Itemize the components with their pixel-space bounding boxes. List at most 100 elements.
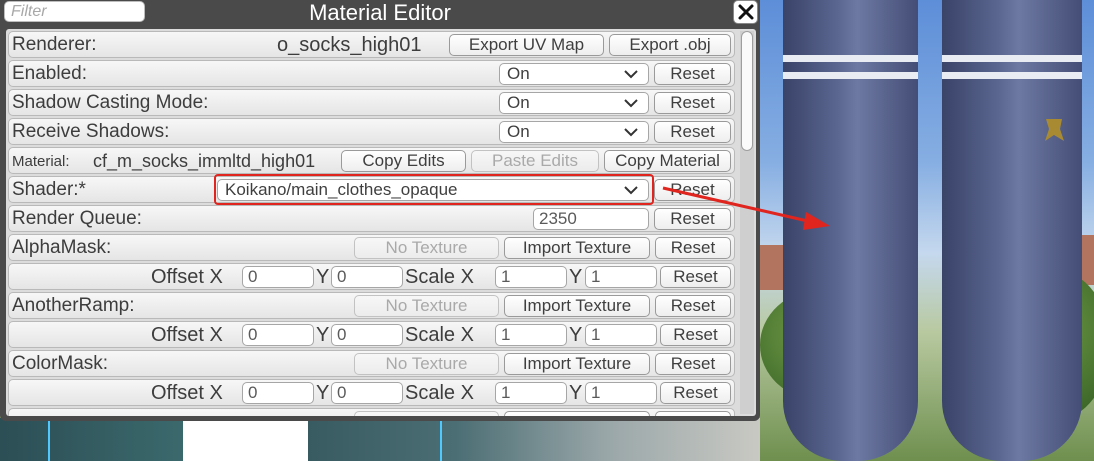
- texture-reset-button[interactable]: Reset: [655, 295, 731, 317]
- scale-y-label: Y: [569, 266, 583, 288]
- paste-edits-button[interactable]: Paste Edits: [471, 150, 599, 172]
- offset-y-input[interactable]: 0: [331, 324, 403, 346]
- enabled-value: On: [507, 64, 530, 83]
- ground-white-panel: [183, 418, 308, 461]
- offset-x-input[interactable]: 0: [242, 324, 314, 346]
- offset-x-label: Offset X: [151, 382, 223, 404]
- scrollbar[interactable]: [740, 31, 754, 414]
- material-value: cf_m_socks_immltd_high01: [93, 151, 316, 171]
- sock-stripe: [942, 55, 1082, 62]
- offset-x-label: Offset X: [151, 324, 223, 346]
- no-texture-button[interactable]: No Texture: [354, 353, 499, 375]
- texture-label: AlphaMask:: [12, 237, 112, 258]
- scale-x-input[interactable]: 1: [495, 324, 567, 346]
- scale-y-label: Y: [569, 324, 583, 346]
- shader-row: Shader:* Koikano/main_clothes_opaque Res…: [8, 176, 735, 203]
- copy-material-button[interactable]: Copy Material: [604, 150, 731, 172]
- shadow-casting-reset-button[interactable]: Reset: [654, 92, 731, 114]
- export-uv-map-button[interactable]: Export UV Map: [449, 34, 604, 56]
- sock-right: [942, 0, 1082, 461]
- offset-scale-reset-button[interactable]: Reset: [660, 266, 731, 288]
- texture-label: AnotherRamp:: [12, 295, 135, 316]
- export-obj-button[interactable]: Export .obj: [609, 34, 731, 56]
- enabled-row: Enabled: On Reset: [8, 60, 735, 87]
- material-row: Material: cf_m_socks_immltd_high01 Copy …: [8, 147, 735, 174]
- chevron-down-icon: [624, 99, 638, 108]
- scale-x-label: Scale X: [405, 382, 474, 404]
- texture-reset-button[interactable]: [655, 411, 731, 416]
- receive-shadows-row: Receive Shadows: On Reset: [8, 118, 735, 145]
- offset-y-input[interactable]: 0: [331, 266, 403, 288]
- scale-y-input[interactable]: 1: [585, 266, 657, 288]
- shadow-casting-row: Shadow Casting Mode: On Reset: [8, 89, 735, 116]
- sock-stripe: [783, 55, 918, 62]
- render-queue-label: Render Queue:: [12, 208, 142, 229]
- ground-line: [48, 418, 50, 461]
- sock-stripe: [783, 72, 918, 79]
- offset-x-input[interactable]: 0: [242, 266, 314, 288]
- shadow-casting-dropdown[interactable]: On: [499, 92, 649, 114]
- receive-shadows-dropdown[interactable]: On: [499, 121, 649, 143]
- renderer-row: Renderer: o_socks_high01 Export UV Map E…: [8, 31, 735, 58]
- import-texture-button[interactable]: Import Texture: [504, 237, 650, 259]
- texture-label: ColorMask:: [12, 353, 109, 374]
- sock-stripe: [942, 72, 1082, 79]
- offset-scale-row: Offset X 0 Y 0 Scale X 1 Y 1 Reset: [8, 263, 735, 290]
- shader-reset-button[interactable]: Reset: [654, 179, 731, 201]
- import-texture-button[interactable]: [504, 411, 650, 416]
- scale-x-input[interactable]: 1: [495, 382, 567, 404]
- offset-x-label: Offset X: [151, 266, 223, 288]
- texture-row: AlphaMask: No Texture Import Texture Res…: [8, 234, 735, 261]
- render-queue-row: Render Queue: 2350 Reset: [8, 205, 735, 232]
- chevron-down-icon: [624, 128, 638, 137]
- enabled-label: Enabled:: [12, 63, 88, 84]
- shadow-casting-label: Shadow Casting Mode:: [12, 92, 209, 113]
- no-texture-button[interactable]: No Texture: [354, 295, 499, 317]
- receive-shadows-reset-button[interactable]: Reset: [654, 121, 731, 143]
- ground-line: [440, 418, 442, 461]
- scale-y-input[interactable]: 1: [585, 324, 657, 346]
- scrollbar-thumb[interactable]: [741, 31, 753, 151]
- copy-edits-button[interactable]: Copy Edits: [341, 150, 466, 172]
- offset-y-input[interactable]: 0: [331, 382, 403, 404]
- texture-reset-button[interactable]: Reset: [655, 237, 731, 259]
- render-queue-input[interactable]: 2350: [533, 208, 649, 230]
- background-ground: [0, 418, 760, 461]
- renderer-label: Renderer:: [12, 34, 97, 55]
- render-queue-reset-button[interactable]: Reset: [654, 208, 731, 230]
- texture-row: AnotherRamp: No Texture Import Texture R…: [8, 292, 735, 319]
- scale-x-label: Scale X: [405, 324, 474, 346]
- shader-dropdown[interactable]: Koikano/main_clothes_opaque: [217, 179, 649, 201]
- offset-x-input[interactable]: 0: [242, 382, 314, 404]
- sock-emblem-icon: [1045, 119, 1064, 141]
- shadow-casting-value: On: [507, 93, 530, 112]
- scale-y-label: Y: [569, 382, 583, 404]
- texture-row-partial: [8, 408, 735, 416]
- texture-row: ColorMask: No Texture Import Texture Res…: [8, 350, 735, 377]
- sock-left: [783, 0, 918, 461]
- scale-y-input[interactable]: 1: [585, 382, 657, 404]
- editor-content[interactable]: Renderer: o_socks_high01 Export UV Map E…: [6, 29, 756, 416]
- close-icon: [738, 4, 754, 20]
- texture-reset-button[interactable]: Reset: [655, 353, 731, 375]
- filter-input[interactable]: [4, 1, 145, 22]
- scale-x-input[interactable]: 1: [495, 266, 567, 288]
- import-texture-button[interactable]: Import Texture: [504, 295, 650, 317]
- no-texture-button[interactable]: [354, 411, 499, 416]
- offset-y-label: Y: [316, 266, 330, 288]
- renderer-value: o_socks_high01: [277, 34, 422, 56]
- import-texture-button[interactable]: Import Texture: [504, 353, 650, 375]
- offset-scale-reset-button[interactable]: Reset: [660, 324, 731, 346]
- enabled-reset-button[interactable]: Reset: [654, 63, 731, 85]
- material-label: Material:: [12, 153, 70, 170]
- receive-shadows-label: Receive Shadows:: [12, 121, 170, 142]
- title-bar[interactable]: Material Editor: [0, 0, 760, 27]
- enabled-dropdown[interactable]: On: [499, 63, 649, 85]
- receive-shadows-value: On: [507, 122, 530, 141]
- offset-y-label: Y: [316, 324, 330, 346]
- material-editor-window: Material Editor Renderer: o_socks_high01…: [0, 0, 760, 421]
- chevron-down-icon: [624, 70, 638, 79]
- no-texture-button[interactable]: No Texture: [354, 237, 499, 259]
- close-button[interactable]: [733, 0, 758, 24]
- offset-scale-reset-button[interactable]: Reset: [660, 382, 731, 404]
